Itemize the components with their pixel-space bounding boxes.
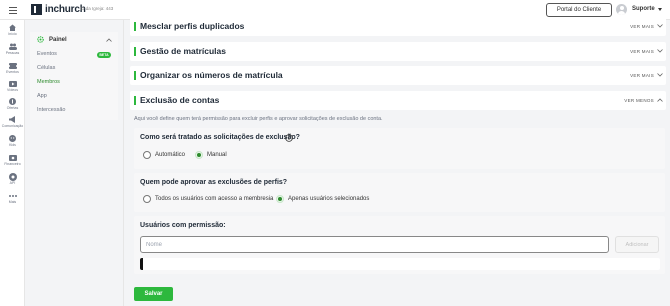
exclusion-description: Aqui você define quem terá permissão par… bbox=[134, 116, 383, 122]
rail-label: Financeiro bbox=[4, 162, 21, 166]
rail-item-inicio[interactable]: Início bbox=[0, 24, 25, 36]
rail-item-kids[interactable]: Kids bbox=[0, 135, 25, 147]
radio-circle[interactable] bbox=[143, 151, 151, 159]
kids-icon bbox=[9, 135, 17, 142]
panel-title: Painel bbox=[49, 36, 67, 43]
people-icon bbox=[8, 43, 17, 50]
rail-label: Pessoas bbox=[5, 51, 20, 55]
rail-item-pessoas[interactable]: Pessoas bbox=[0, 43, 25, 55]
gear-icon bbox=[37, 36, 44, 43]
radio-circle-selected[interactable] bbox=[195, 151, 203, 159]
hamburger-menu-button[interactable] bbox=[6, 4, 19, 16]
home-icon bbox=[9, 24, 17, 31]
radio-label: Apenas usuários selecionados bbox=[288, 196, 370, 202]
approvers-question: Quem pode aprovar as exclusões de perfis… bbox=[140, 179, 288, 186]
users-permission-title: Usuários com permissão: bbox=[140, 222, 226, 229]
name-search-input[interactable] bbox=[140, 236, 609, 253]
finance-icon bbox=[8, 154, 17, 161]
section-organizar-numeros[interactable]: Organizar os números de matrícula VER MA… bbox=[130, 66, 666, 85]
section-title: Gestão de matrículas bbox=[140, 46, 226, 56]
rail-item-ofertas[interactable]: Ofertas bbox=[0, 98, 25, 110]
radio-label: Automático bbox=[155, 152, 186, 158]
save-button[interactable]: Salvar bbox=[134, 287, 173, 301]
ver-mais-link[interactable]: VER MAIS bbox=[630, 24, 654, 29]
info-icon[interactable] bbox=[285, 134, 293, 142]
rail-label: Mais bbox=[8, 200, 17, 204]
chevron-up-icon[interactable] bbox=[657, 98, 663, 102]
add-user-button[interactable]: Adicionar bbox=[615, 236, 659, 253]
rail-label: Kids bbox=[9, 143, 16, 147]
panel-header[interactable]: Painel bbox=[37, 36, 67, 43]
section-title: Exclusão de contas bbox=[140, 95, 220, 105]
video-icon bbox=[8, 80, 17, 87]
rail-label: Vídeos bbox=[7, 88, 18, 92]
radio-todos-usuarios[interactable]: Todos os usuários com acesso a membresia bbox=[143, 195, 273, 203]
logo-mark-icon bbox=[31, 4, 42, 15]
api-icon bbox=[8, 172, 17, 181]
section-accent-bar bbox=[134, 71, 136, 80]
beta-badge: BETA bbox=[97, 52, 111, 58]
handling-question: Como será tratado as solicitações de exc… bbox=[140, 134, 300, 141]
submenu-item-celulas[interactable]: Células bbox=[37, 65, 55, 71]
radio-circle[interactable] bbox=[143, 195, 151, 203]
rail-item-api[interactable]: API bbox=[0, 172, 25, 185]
rail-label: Início bbox=[8, 32, 17, 36]
user-name[interactable]: Suporte bbox=[632, 6, 655, 12]
rail-item-videos[interactable]: Vídeos bbox=[0, 80, 25, 92]
section-accent-bar bbox=[134, 96, 136, 105]
chevron-down-icon[interactable] bbox=[657, 24, 663, 28]
section-title: Organizar os números de matrícula bbox=[140, 70, 283, 80]
avatar[interactable] bbox=[616, 4, 627, 15]
approvers-card: Quem pode aprovar as exclusões de perfis… bbox=[134, 173, 665, 212]
panel-chevron-up-icon[interactable] bbox=[106, 38, 112, 42]
permission-user-list bbox=[140, 258, 660, 270]
rail-item-eventos[interactable]: Eventos bbox=[0, 62, 25, 74]
submenu-item-eventos[interactable]: Eventos bbox=[37, 51, 57, 57]
chevron-down-icon[interactable] bbox=[657, 49, 663, 53]
radio-label: Manual bbox=[207, 152, 227, 158]
offer-icon bbox=[9, 98, 17, 105]
section-accent-bar bbox=[134, 47, 136, 56]
main-nav-rail: Início Pessoas Eventos Vídeos Ofertas Co… bbox=[0, 20, 25, 306]
ver-mais-link[interactable]: VER MAIS bbox=[630, 49, 654, 54]
ver-mais-link[interactable]: VER MAIS bbox=[630, 73, 654, 78]
ticket-icon bbox=[8, 62, 17, 69]
rail-item-mais[interactable]: Mais bbox=[0, 192, 25, 204]
rail-item-financeiro[interactable]: Financeiro bbox=[0, 154, 25, 166]
radio-label: Todos os usuários com acesso a membresia bbox=[155, 196, 274, 202]
chevron-down-icon[interactable] bbox=[657, 73, 663, 77]
rail-label: Ofertas bbox=[6, 106, 19, 110]
menu-icon bbox=[8, 6, 17, 14]
rail-label: API bbox=[9, 181, 16, 185]
submenu-item-intercessao[interactable]: Intercessão bbox=[37, 107, 65, 113]
user-menu-caret-icon[interactable] bbox=[658, 8, 662, 11]
section-title: Mesclar perfis duplicados bbox=[140, 21, 245, 31]
radio-circle-selected[interactable] bbox=[276, 195, 284, 203]
rail-item-comunicacao[interactable]: Comunicação bbox=[0, 116, 25, 128]
church-id: ID da Igreja: 443 bbox=[80, 6, 114, 11]
section-exclusao-contas[interactable]: Exclusão de contas VER MENOS bbox=[130, 91, 666, 110]
handling-card: Como será tratado as solicitações de exc… bbox=[134, 128, 665, 169]
ver-menos-link[interactable]: VER MENOS bbox=[624, 98, 654, 103]
submenu-item-membros[interactable]: Membros bbox=[37, 79, 60, 85]
more-icon bbox=[8, 192, 17, 199]
section-gestao-matriculas[interactable]: Gestão de matrículas VER MAIS bbox=[130, 42, 666, 61]
submenu-item-app[interactable]: App bbox=[37, 93, 47, 99]
radio-automatico[interactable]: Automático bbox=[143, 151, 185, 159]
brand-logo[interactable]: inchurch bbox=[31, 4, 86, 15]
section-mesclar-perfis[interactable]: Mesclar perfis duplicados VER MAIS bbox=[130, 17, 666, 36]
portal-do-cliente-button[interactable]: Portal do Cliente bbox=[546, 3, 612, 17]
megaphone-icon bbox=[8, 116, 17, 123]
rail-label: Eventos bbox=[6, 70, 19, 74]
section-accent-bar bbox=[134, 22, 136, 31]
rail-label: Comunicação bbox=[1, 124, 24, 128]
radio-usuarios-selecionados[interactable]: Apenas usuários selecionados bbox=[276, 195, 369, 203]
radio-manual[interactable]: Manual bbox=[195, 151, 227, 159]
